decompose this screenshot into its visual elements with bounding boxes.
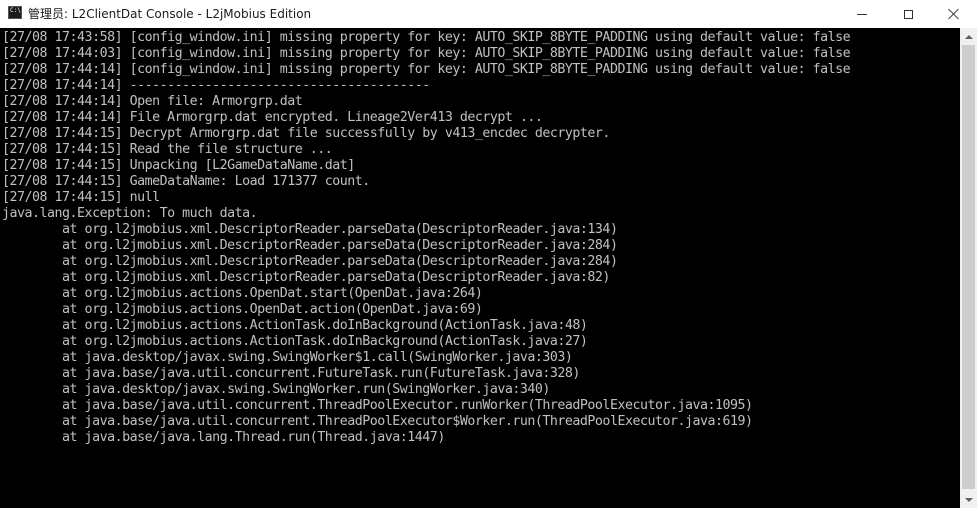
console-line: at java.base/java.util.concurrent.Thread… (2, 414, 753, 429)
maximize-button[interactable] (885, 0, 931, 28)
console-line: at java.desktop/javax.swing.SwingWorker$… (2, 350, 573, 365)
close-button[interactable] (931, 0, 977, 28)
console-line: at java.base/java.util.concurrent.Future… (2, 366, 580, 381)
console-line: at org.l2jmobius.actions.ActionTask.doIn… (2, 318, 588, 333)
console-app-icon[interactable]: C:\ (8, 6, 22, 19)
maximize-icon (903, 9, 913, 19)
console-line: at org.l2jmobius.xml.DescriptorReader.pa… (2, 222, 618, 237)
console-line: [27/08 17:44:14] Open file: Armorgrp.dat (2, 94, 303, 109)
window-title-prefix: 管理员: (28, 7, 69, 21)
console-line: [27/08 17:44:15] Unpacking [L2GameDataNa… (2, 158, 355, 173)
console-line: at org.l2jmobius.xml.DescriptorReader.pa… (2, 270, 610, 285)
scroll-up-arrow-icon (964, 34, 973, 39)
vertical-scrollbar[interactable] (960, 28, 977, 508)
scroll-up-button[interactable] (960, 28, 977, 45)
console-line: at org.l2jmobius.actions.OpenDat.action(… (2, 302, 483, 317)
console-line: at java.base/java.util.concurrent.Thread… (2, 398, 753, 413)
app-icon-text: C:\ (10, 7, 21, 14)
scroll-thumb[interactable] (962, 45, 975, 489)
console-line: at java.base/java.lang.Thread.run(Thread… (2, 430, 445, 445)
console-line: at org.l2jmobius.actions.OpenDat.start(O… (2, 286, 483, 301)
console-line: [27/08 17:44:15] null (2, 190, 160, 205)
title-bar[interactable]: C:\ 管理员: L2ClientDat Console - L2jMobius… (0, 0, 977, 28)
window-title-name: L2ClientDat Console - L2jMobius Edition (71, 7, 312, 21)
console-line: [27/08 17:44:15] Read the file structure… (2, 142, 333, 157)
close-icon (948, 8, 960, 20)
scroll-down-arrow-icon (964, 497, 973, 502)
console-line: [27/08 17:43:58] [config_window.ini] mis… (2, 30, 851, 45)
console-line: at org.l2jmobius.xml.DescriptorReader.pa… (2, 238, 618, 253)
console-line: [27/08 17:44:14] File Armorgrp.dat encry… (2, 110, 543, 125)
console-line: java.lang.Exception: To much data. (2, 206, 258, 221)
minimize-button[interactable] (839, 0, 885, 28)
console-line: [27/08 17:44:03] [config_window.ini] mis… (2, 46, 851, 61)
window-title: 管理员: L2ClientDat Console - L2jMobius Edi… (28, 5, 311, 22)
console-line: [27/08 17:44:15] Decrypt Armorgrp.dat fi… (2, 126, 610, 141)
console-line: at java.desktop/javax.swing.SwingWorker.… (2, 382, 550, 397)
console-window: C:\ 管理员: L2ClientDat Console - L2jMobius… (0, 0, 977, 508)
scroll-down-button[interactable] (960, 491, 977, 508)
console-line: [27/08 17:44:14] -----------------------… (2, 78, 430, 93)
console-line: at org.l2jmobius.actions.ActionTask.doIn… (2, 334, 588, 349)
console-line: [27/08 17:44:14] [config_window.ini] mis… (2, 62, 851, 77)
console-lines: [27/08 17:43:58] [config_window.ini] mis… (2, 30, 851, 446)
console-line: at org.l2jmobius.xml.DescriptorReader.pa… (2, 254, 618, 269)
console-output[interactable]: [27/08 17:43:58] [config_window.ini] mis… (0, 28, 960, 508)
minimize-icon (857, 13, 867, 15)
console-line: [27/08 17:44:15] GameDataName: Load 1713… (2, 174, 370, 189)
